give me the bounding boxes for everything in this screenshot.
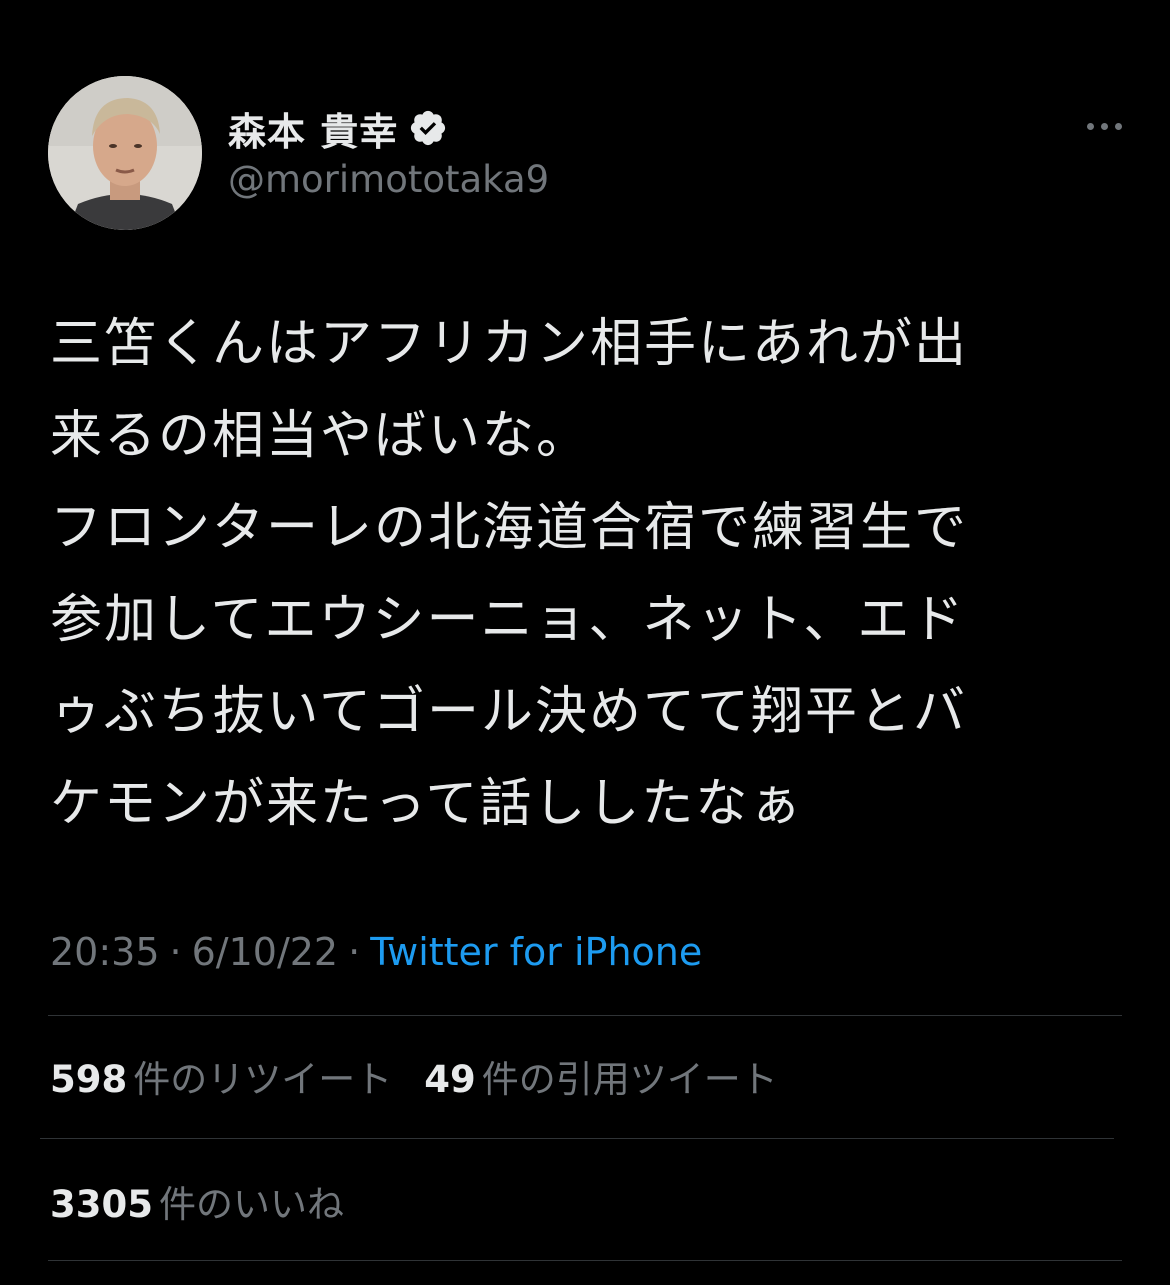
author-name-row: 森本 貴幸 <box>228 100 448 156</box>
quotes-count: 49 <box>424 1058 476 1101</box>
likes-count: 3305 <box>50 1183 153 1226</box>
retweets-label: 件のリツイート <box>133 1058 393 1101</box>
likes-label: 件のいいね <box>158 1183 344 1226</box>
tweet-meta: 20:35 · 6/10/22 · Twitter for iPhone <box>50 922 702 982</box>
tweet-text-line: ゥぶち抜いてゴール決めてて翔平とバ <box>50 682 967 742</box>
likes-stat[interactable]: 3305 件のいいね <box>50 1174 344 1228</box>
quotes-stat[interactable]: 49 件の引用ツイート <box>424 1049 778 1103</box>
meta-separator: · <box>348 930 361 974</box>
likes-stats-row: 3305 件のいいね <box>50 1171 376 1231</box>
tweet-time[interactable]: 20:35 <box>50 930 160 974</box>
more-horizontal-icon-dot <box>1100 122 1108 130</box>
tweet-date[interactable]: 6/10/22 <box>192 930 339 974</box>
retweets-stat[interactable]: 598 件のリツイート <box>50 1049 392 1103</box>
tweet-text: 三笘くんはアフリカン相手にあれが出 来るの相当やばいな。 フロンターレの北海道合… <box>50 298 1130 850</box>
meta-separator: · <box>169 930 182 974</box>
verified-badge-icon <box>411 110 446 146</box>
tweet-text-line: ケモンが来たって話ししたなぁ <box>50 774 804 834</box>
share-stats-row: 598 件のリツイート 49 件の引用ツイート <box>50 1046 810 1106</box>
tweet-text-line: 三笘くんはアフリカン相手にあれが出 <box>50 314 969 374</box>
more-horizontal-icon <box>1086 122 1094 130</box>
more-horizontal-icon-dot <box>1114 122 1122 130</box>
tweet-source-link[interactable]: Twitter for iPhone <box>370 930 702 974</box>
display-name[interactable]: 森本 貴幸 <box>228 101 398 156</box>
tweet-text-line: 来るの相当やばいな。 <box>50 406 591 466</box>
tweet-text-line: 参加してエウシーニョ、ネット、エド <box>50 590 966 650</box>
tweet-text-line: フロンターレの北海道合宿で練習生で <box>50 498 969 558</box>
divider <box>40 1138 1114 1139</box>
handle[interactable]: @morimototaka9 <box>228 158 549 201</box>
retweets-count: 598 <box>50 1058 128 1101</box>
quotes-label: 件の引用ツイート <box>481 1058 778 1101</box>
divider <box>48 1260 1122 1261</box>
avatar[interactable] <box>48 76 202 230</box>
avatar-photo <box>48 76 202 230</box>
divider <box>48 1015 1122 1016</box>
more-options-button[interactable] <box>1074 108 1134 144</box>
